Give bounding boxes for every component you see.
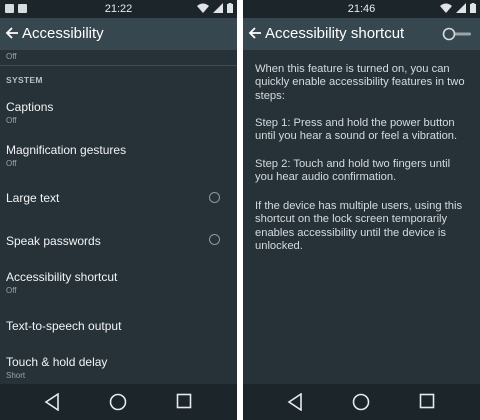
page-title: Accessibility bbox=[22, 25, 104, 42]
description-panel: When this feature is turned on, you can … bbox=[243, 50, 480, 384]
status-bar: 21:46 bbox=[243, 0, 480, 18]
setting-captions[interactable]: Captions Off bbox=[0, 90, 237, 130]
setting-touch-hold-delay[interactable]: Touch & hold delay Short bbox=[0, 346, 237, 384]
navigation-bar bbox=[0, 384, 237, 420]
accessibility-shortcut-screen: 21:46 Accessibility shortcut When this f… bbox=[243, 0, 480, 420]
accessibility-screen: 21:22 Accessibility Off SYSTEM Captions … bbox=[0, 0, 237, 420]
setting-speak-passwords[interactable]: Speak passwords bbox=[0, 222, 237, 258]
setting-large-text[interactable]: Large text bbox=[0, 180, 237, 216]
settings-list: Off SYSTEM Captions Off Magnification ge… bbox=[0, 50, 237, 384]
wifi-icon bbox=[197, 3, 209, 13]
item-label: Text-to-speech output bbox=[6, 319, 122, 333]
recents-nav-icon[interactable] bbox=[176, 393, 192, 409]
divider bbox=[0, 65, 237, 66]
speak-passwords-checkbox[interactable] bbox=[209, 234, 220, 245]
home-nav-icon[interactable] bbox=[352, 393, 370, 411]
setting-text-to-speech-output[interactable]: Text-to-speech output bbox=[0, 310, 237, 346]
item-subtitle: Off bbox=[6, 116, 17, 125]
setting-accessibility-shortcut[interactable]: Accessibility shortcut Off bbox=[0, 262, 237, 302]
large-text-checkbox[interactable] bbox=[209, 192, 220, 203]
status-bar: 21:22 bbox=[0, 0, 237, 18]
description-step-2: Step 2: Touch and hold two fingers until… bbox=[255, 158, 451, 184]
back-arrow-icon[interactable] bbox=[248, 26, 262, 40]
item-subtitle: Short bbox=[6, 371, 26, 380]
item-label: Magnification gestures bbox=[6, 143, 127, 157]
recents-nav-icon[interactable] bbox=[419, 393, 435, 409]
app-bar: Accessibility shortcut bbox=[243, 18, 480, 50]
wifi-icon bbox=[440, 3, 452, 13]
back-arrow-icon[interactable] bbox=[5, 26, 19, 40]
description-intro: When this feature is turned on, you can … bbox=[255, 63, 465, 102]
item-label: Touch & hold delay bbox=[6, 355, 108, 369]
description-step-1: Step 1: Press and hold the power button … bbox=[255, 117, 458, 143]
page-title: Accessibility shortcut bbox=[265, 25, 405, 42]
setting-magnification-gestures[interactable]: Magnification gestures Off bbox=[0, 134, 237, 174]
item-label: Large text bbox=[6, 191, 60, 205]
navigation-bar bbox=[243, 384, 480, 420]
back-nav-icon[interactable] bbox=[287, 393, 303, 411]
item-label: Captions bbox=[6, 100, 54, 114]
item-subtitle: Off bbox=[6, 159, 17, 168]
description-multi-user-note: If the device has multiple users, using … bbox=[255, 200, 463, 252]
section-header-system: SYSTEM bbox=[6, 75, 43, 85]
signal-icon bbox=[456, 3, 466, 13]
signal-icon bbox=[213, 3, 223, 13]
battery-icon bbox=[470, 3, 476, 13]
item-subtitle: Off bbox=[6, 286, 17, 295]
battery-icon bbox=[227, 3, 233, 13]
app-bar: Accessibility bbox=[0, 18, 237, 50]
previous-item-remnant[interactable]: Off bbox=[0, 50, 237, 62]
item-label: Accessibility shortcut bbox=[6, 270, 118, 284]
item-subtitle: Off bbox=[6, 52, 17, 61]
shortcut-toggle-switch[interactable] bbox=[442, 27, 472, 41]
home-nav-icon[interactable] bbox=[109, 393, 127, 411]
back-nav-icon[interactable] bbox=[44, 393, 60, 411]
item-label: Speak passwords bbox=[6, 234, 101, 248]
